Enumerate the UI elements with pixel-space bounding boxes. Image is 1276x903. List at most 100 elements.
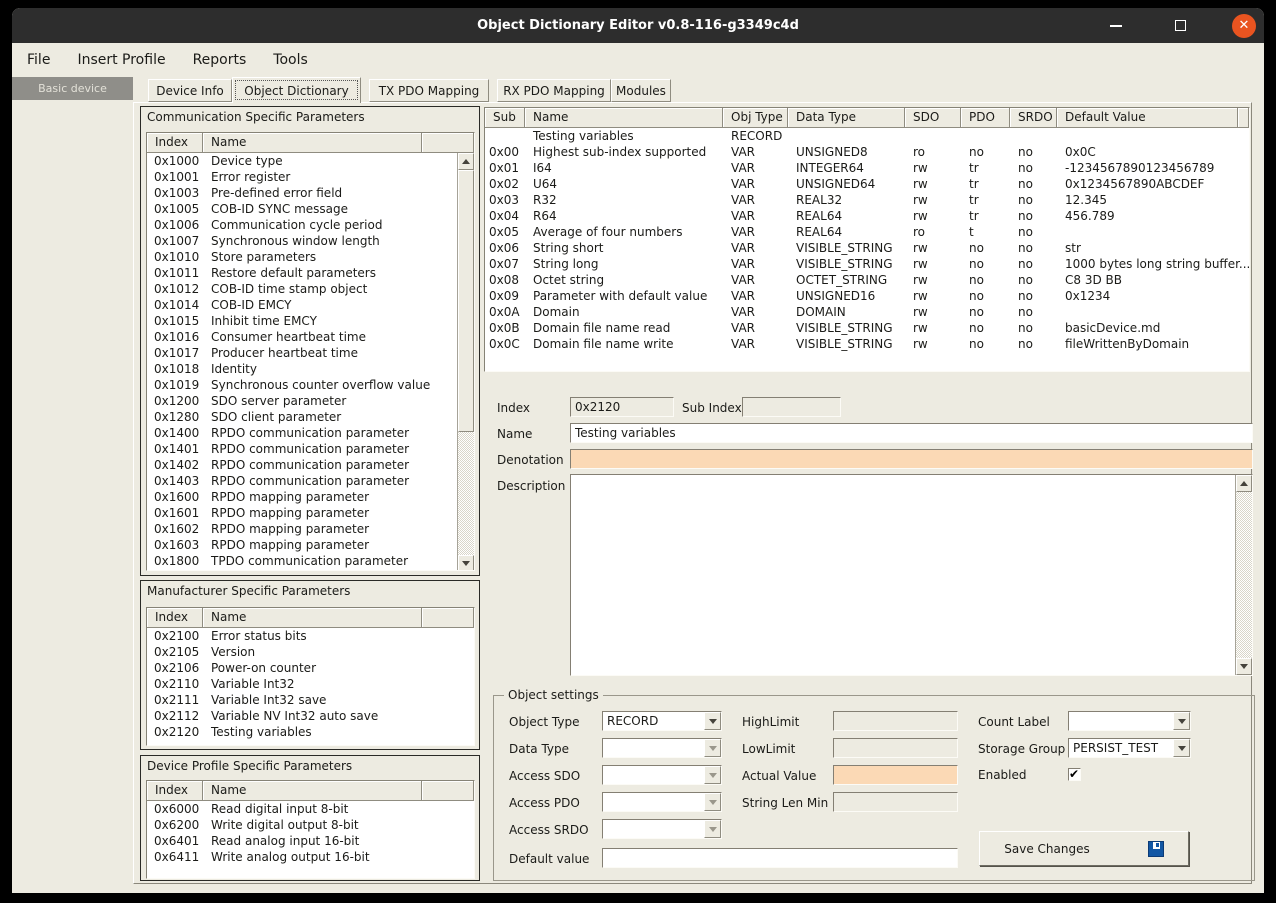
menu-insert-profile[interactable]: Insert Profile (77, 52, 165, 68)
list-item[interactable]: 0x1601RPDO mapping parameter (147, 505, 459, 521)
access-srdo-combo[interactable] (602, 819, 722, 839)
table-row[interactable]: 0x05Average of four numbersVARREAL64rotn… (485, 224, 1249, 240)
list-item[interactable]: 0x1003Pre-defined error field (147, 185, 459, 201)
list-item[interactable]: 0x1015Inhibit time EMCY (147, 313, 459, 329)
tab-object-dictionary[interactable]: Object Dictionary (232, 77, 361, 103)
list-item[interactable]: 0x6401Read analog input 16-bit (147, 833, 474, 849)
device-tab-basic-device[interactable]: Basic device (12, 77, 133, 100)
list-item[interactable]: 0x1000Device type (147, 153, 459, 169)
list-item[interactable]: 0x1010Store parameters (147, 249, 459, 265)
column-header-index[interactable]: Index (147, 608, 203, 628)
table-row[interactable]: 0x06String shortVARVISIBLE_STRINGrwnonos… (485, 240, 1249, 256)
enabled-checkbox[interactable] (1068, 768, 1081, 781)
table-row[interactable]: 0x04R64VARREAL64rwtrno456.789 (485, 208, 1249, 224)
column-header-name[interactable]: Name (203, 781, 422, 801)
column-header-pdo[interactable]: PDO (961, 108, 1010, 128)
description-scrollbar[interactable] (1235, 475, 1252, 675)
list-item[interactable]: 0x1602RPDO mapping parameter (147, 521, 459, 537)
string-len-min-field[interactable] (833, 792, 958, 812)
index-field[interactable] (570, 397, 674, 417)
list-item[interactable]: 0x1012COB-ID time stamp object (147, 281, 459, 297)
scroll-track[interactable] (458, 170, 474, 555)
maximize-button[interactable] (1168, 14, 1192, 38)
menu-tools[interactable]: Tools (273, 52, 308, 68)
list-item[interactable]: 0x1005COB-ID SYNC message (147, 201, 459, 217)
list-item[interactable]: 0x1400RPDO communication parameter (147, 425, 459, 441)
list-item[interactable]: 0x1403RPDO communication parameter (147, 473, 459, 489)
tab-rx-pdo-mapping[interactable]: RX PDO Mapping (497, 79, 611, 102)
list-item[interactable]: 0x2110Variable Int32 (147, 676, 474, 692)
tab-device-info[interactable]: Device Info (148, 79, 232, 102)
table-row[interactable]: 0x08Octet stringVAROCTET_STRINGrwnonoC8 … (485, 272, 1249, 288)
list-item[interactable]: 0x2100Error status bits (147, 628, 474, 644)
table-row[interactable]: 0x09Parameter with default valueVARUNSIG… (485, 288, 1249, 304)
table-row[interactable]: 0x00Highest sub-index supportedVARUNSIGN… (485, 144, 1249, 160)
scroll-down-icon[interactable] (1236, 658, 1252, 675)
storage-group-combo[interactable]: PERSIST_TEST (1068, 738, 1191, 758)
name-field[interactable] (570, 423, 1253, 443)
low-limit-field[interactable] (833, 738, 958, 758)
list-item[interactable]: 0x2111Variable Int32 save (147, 692, 474, 708)
table-row[interactable]: 0x0CDomain file name writeVARVISIBLE_STR… (485, 336, 1249, 352)
table-row[interactable]: Testing variablesRECORD (485, 128, 1249, 144)
communication-list-scrollbar[interactable] (457, 153, 474, 571)
data-type-combo[interactable] (602, 738, 722, 758)
chevron-down-icon[interactable] (1173, 712, 1190, 730)
column-header-obj-type[interactable]: Obj Type (723, 108, 788, 128)
column-header-default-value[interactable]: Default Value (1057, 108, 1238, 128)
object-type-combo[interactable]: RECORD (602, 711, 722, 731)
chevron-down-icon[interactable] (1173, 739, 1190, 757)
list-item[interactable]: 0x1016Consumer heartbeat time (147, 329, 459, 345)
description-field[interactable] (571, 475, 1235, 675)
list-item[interactable]: 0x6000Read digital input 8-bit (147, 801, 474, 817)
list-item[interactable]: 0x1007Synchronous window length (147, 233, 459, 249)
table-row[interactable]: 0x0ADomainVARDOMAINrwnono (485, 304, 1249, 320)
scroll-down-icon[interactable] (458, 555, 474, 571)
list-item[interactable]: 0x1200SDO server parameter (147, 393, 459, 409)
access-sdo-combo[interactable] (602, 765, 722, 785)
list-item[interactable]: 0x1011Restore default parameters (147, 265, 459, 281)
column-header-name[interactable]: Name (203, 608, 422, 628)
high-limit-field[interactable] (833, 711, 958, 731)
column-header-sub[interactable]: Sub (485, 108, 525, 128)
menu-reports[interactable]: Reports (193, 52, 247, 68)
chevron-down-icon[interactable] (704, 712, 721, 730)
list-item[interactable]: 0x6200Write digital output 8-bit (147, 817, 474, 833)
column-header-name[interactable]: Name (203, 133, 422, 153)
column-header-index[interactable]: Index (147, 781, 203, 801)
denotation-field[interactable] (570, 449, 1253, 469)
access-pdo-combo[interactable] (602, 792, 722, 812)
table-row[interactable]: 0x02U64VARUNSIGNED64rwtrno0x1234567890AB… (485, 176, 1249, 192)
table-row[interactable]: 0x01I64VARINTEGER64rwtrno-12345678901234… (485, 160, 1249, 176)
list-item[interactable]: 0x2120Testing variables (147, 724, 474, 740)
list-item[interactable]: 0x1006Communication cycle period (147, 217, 459, 233)
list-item[interactable]: 0x1600RPDO mapping parameter (147, 489, 459, 505)
scroll-up-icon[interactable] (1236, 475, 1252, 492)
scroll-thumb[interactable] (458, 170, 474, 432)
actual-value-field[interactable] (833, 765, 958, 785)
column-header-index[interactable]: Index (147, 133, 203, 153)
list-item[interactable]: 0x1017Producer heartbeat time (147, 345, 459, 361)
list-item[interactable]: 0x1019Synchronous counter overflow value (147, 377, 459, 393)
list-item[interactable]: 0x1018Identity (147, 361, 459, 377)
list-item[interactable]: 0x1402RPDO communication parameter (147, 457, 459, 473)
close-button[interactable]: ✕ (1232, 14, 1256, 38)
list-item[interactable]: 0x2106Power-on counter (147, 660, 474, 676)
subindex-field[interactable] (742, 397, 841, 417)
list-item[interactable]: 0x1280SDO client parameter (147, 409, 459, 425)
table-row[interactable]: 0x0BDomain file name readVARVISIBLE_STRI… (485, 320, 1249, 336)
tab-modules[interactable]: Modules (611, 79, 671, 102)
table-row[interactable]: 0x03R32VARREAL32rwtrno12.345 (485, 192, 1249, 208)
list-item[interactable]: 0x1603RPDO mapping parameter (147, 537, 459, 553)
column-header-data-type[interactable]: Data Type (788, 108, 905, 128)
list-item[interactable]: 0x1001Error register (147, 169, 459, 185)
default-value-field[interactable] (602, 848, 958, 868)
list-item[interactable]: 0x2112Variable NV Int32 auto save (147, 708, 474, 724)
column-header-srdo[interactable]: SRDO (1010, 108, 1057, 128)
tab-tx-pdo-mapping[interactable]: TX PDO Mapping (369, 79, 489, 102)
count-label-combo[interactable] (1068, 711, 1191, 731)
list-item[interactable]: 0x1800TPDO communication parameter (147, 553, 459, 569)
table-row[interactable]: 0x07String longVARVISIBLE_STRINGrwnono10… (485, 256, 1249, 272)
save-changes-button[interactable]: Save Changes (979, 831, 1189, 866)
scroll-track[interactable] (1236, 492, 1252, 658)
